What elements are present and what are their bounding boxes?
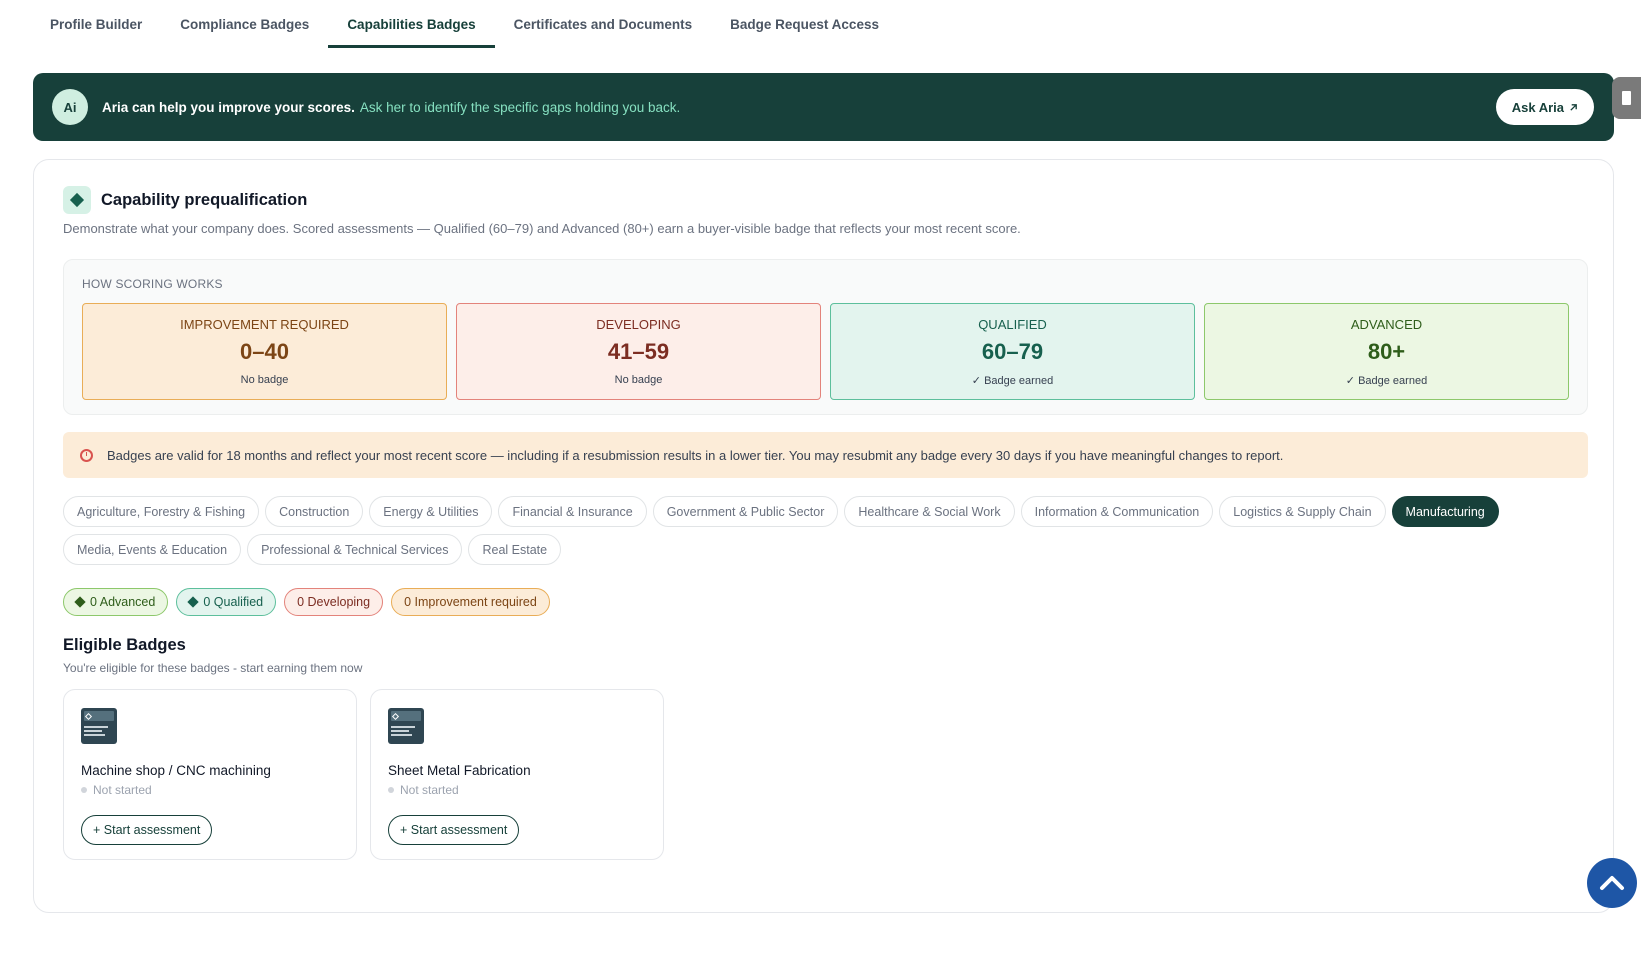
tier-range: 0–40 [240,339,289,364]
badge-name: Sheet Metal Fabrication [388,763,531,778]
badge-status: Not started [388,783,459,797]
ask-aria-button[interactable]: Ask Aria [1495,89,1594,125]
industry-chip[interactable]: Media, Events & Education [63,534,242,565]
external-arrow-icon [1570,103,1577,111]
aria-banner: Ai Aria can help you improve your scores… [33,73,1614,141]
tier-note: No badge [240,374,289,386]
tier-name: QUALIFIED [978,317,1047,332]
tier-name: DEVELOPING [596,317,681,332]
tab-badge-request-access[interactable]: Badge Request Access [711,0,898,48]
notice-text: Badges are valid for 18 months and refle… [107,447,1284,463]
tier-qualified: QUALIFIED 60–79 ✓ Badge earned [830,303,1195,400]
scoring-label: HOW SCORING WORKS [82,277,223,291]
aria-avatar: Ai [52,89,88,125]
advanced-count-badge: 0 Advanced [63,588,169,616]
tier-advanced: ADVANCED 80+ ✓ Badge earned [1204,303,1569,400]
eligible-subtitle: You're eligible for these badges - start… [63,661,363,675]
tab-capabilities-badges[interactable]: Capabilities Badges [328,0,495,48]
diamond-icon [74,596,86,608]
industry-chip[interactable]: Agriculture, Forestry & Fishing [63,496,260,527]
badge-card: Machine shop / CNC machining Not started… [63,689,357,860]
tier-name: ADVANCED [1350,317,1423,332]
capability-card: Capability prequalification Demonstrate … [33,159,1614,913]
industry-chip[interactable]: Financial & Insurance [498,496,647,527]
industry-chip[interactable]: Information & Communication [1020,496,1214,527]
badge-counts: 0 Advanced 0 Qualified 0 Developing 0 Im… [63,588,550,616]
aria-banner-text: Aria can help you improve your scores. [102,99,355,115]
tier-note: ✓ Badge earned [1345,375,1428,387]
eligible-title: Eligible Badges [63,636,186,654]
section-title: Capability prequalification [101,190,308,209]
tab-bar: Profile Builder Compliance Badges Capabi… [31,0,898,50]
tier-list: IMPROVEMENT REQUIRED 0–40 No badge DEVEL… [82,303,1569,400]
tier-name: IMPROVEMENT REQUIRED [180,317,349,332]
start-assessment-button[interactable]: + Start assessment [81,815,213,845]
status-dot [81,787,87,793]
eligible-badge-list: Machine shop / CNC machining Not started… [63,689,664,860]
validity-notice: Badges are valid for 18 months and refle… [63,432,1588,478]
bookmark-icon [1622,91,1631,105]
count-label: 0 Qualified [203,595,264,609]
scoring-panel: HOW SCORING WORKS IMPROVEMENT REQUIRED 0… [63,259,1588,415]
ask-aria-label: Ask Aria [1511,99,1564,115]
count-label: 0 Developing [297,595,371,609]
industry-chip[interactable]: Construction [265,496,364,527]
tier-range: 80+ [1367,339,1406,364]
tier-developing: DEVELOPING 41–59 No badge [456,303,821,400]
count-label: 0 Advanced [90,595,156,609]
developing-count-badge: 0 Developing [284,588,384,616]
scroll-to-top-button[interactable] [1587,858,1637,908]
improvement-count-badge: 0 Improvement required [391,588,550,616]
status-label: Not started [93,783,152,797]
tab-certificates-documents[interactable]: Certificates and Documents [495,0,712,48]
industry-chip[interactable]: Energy & Utilities [369,496,493,527]
chevron-up-icon [1600,876,1624,890]
badge-name: Machine shop / CNC machining [81,763,271,778]
section-description: Demonstrate what your company does. Scor… [63,221,1021,236]
status-dot [388,787,394,793]
tier-note: ✓ Badge earned [971,375,1054,387]
count-label: 0 Improvement required [404,595,537,609]
qualified-count-badge: 0 Qualified [176,588,277,616]
badge-logo [81,708,117,744]
tab-compliance-badges[interactable]: Compliance Badges [161,0,328,48]
status-label: Not started [400,783,459,797]
industry-chip[interactable]: Logistics & Supply Chain [1219,496,1386,527]
side-feedback-tab[interactable] [1612,77,1641,119]
start-assessment-button[interactable]: + Start assessment [388,815,520,845]
tier-range: 41–59 [607,339,670,364]
tab-profile-builder[interactable]: Profile Builder [31,0,161,48]
industry-chip-active[interactable]: Manufacturing [1391,496,1499,527]
industry-chip[interactable]: Healthcare & Social Work [844,496,1015,527]
industry-filter: Agriculture, Forestry & Fishing Construc… [63,496,1563,565]
badge-card: Sheet Metal Fabrication Not started + St… [370,689,664,860]
industry-chip[interactable]: Professional & Technical Services [247,534,463,565]
tier-range: 60–79 [981,339,1044,364]
aria-banner-link[interactable]: Ask her to identify the specific gaps ho… [360,100,680,115]
badge-status: Not started [81,783,152,797]
tier-note: No badge [614,374,663,386]
tier-improvement-required: IMPROVEMENT REQUIRED 0–40 No badge [82,303,447,400]
industry-chip[interactable]: Government & Public Sector [652,496,839,527]
industry-chip[interactable]: Real Estate [468,534,562,565]
section-header: Capability prequalification [63,186,307,214]
diamond-icon [63,186,91,214]
alarm-clock-icon [80,448,93,462]
diamond-icon [187,596,200,608]
badge-logo [388,708,424,744]
